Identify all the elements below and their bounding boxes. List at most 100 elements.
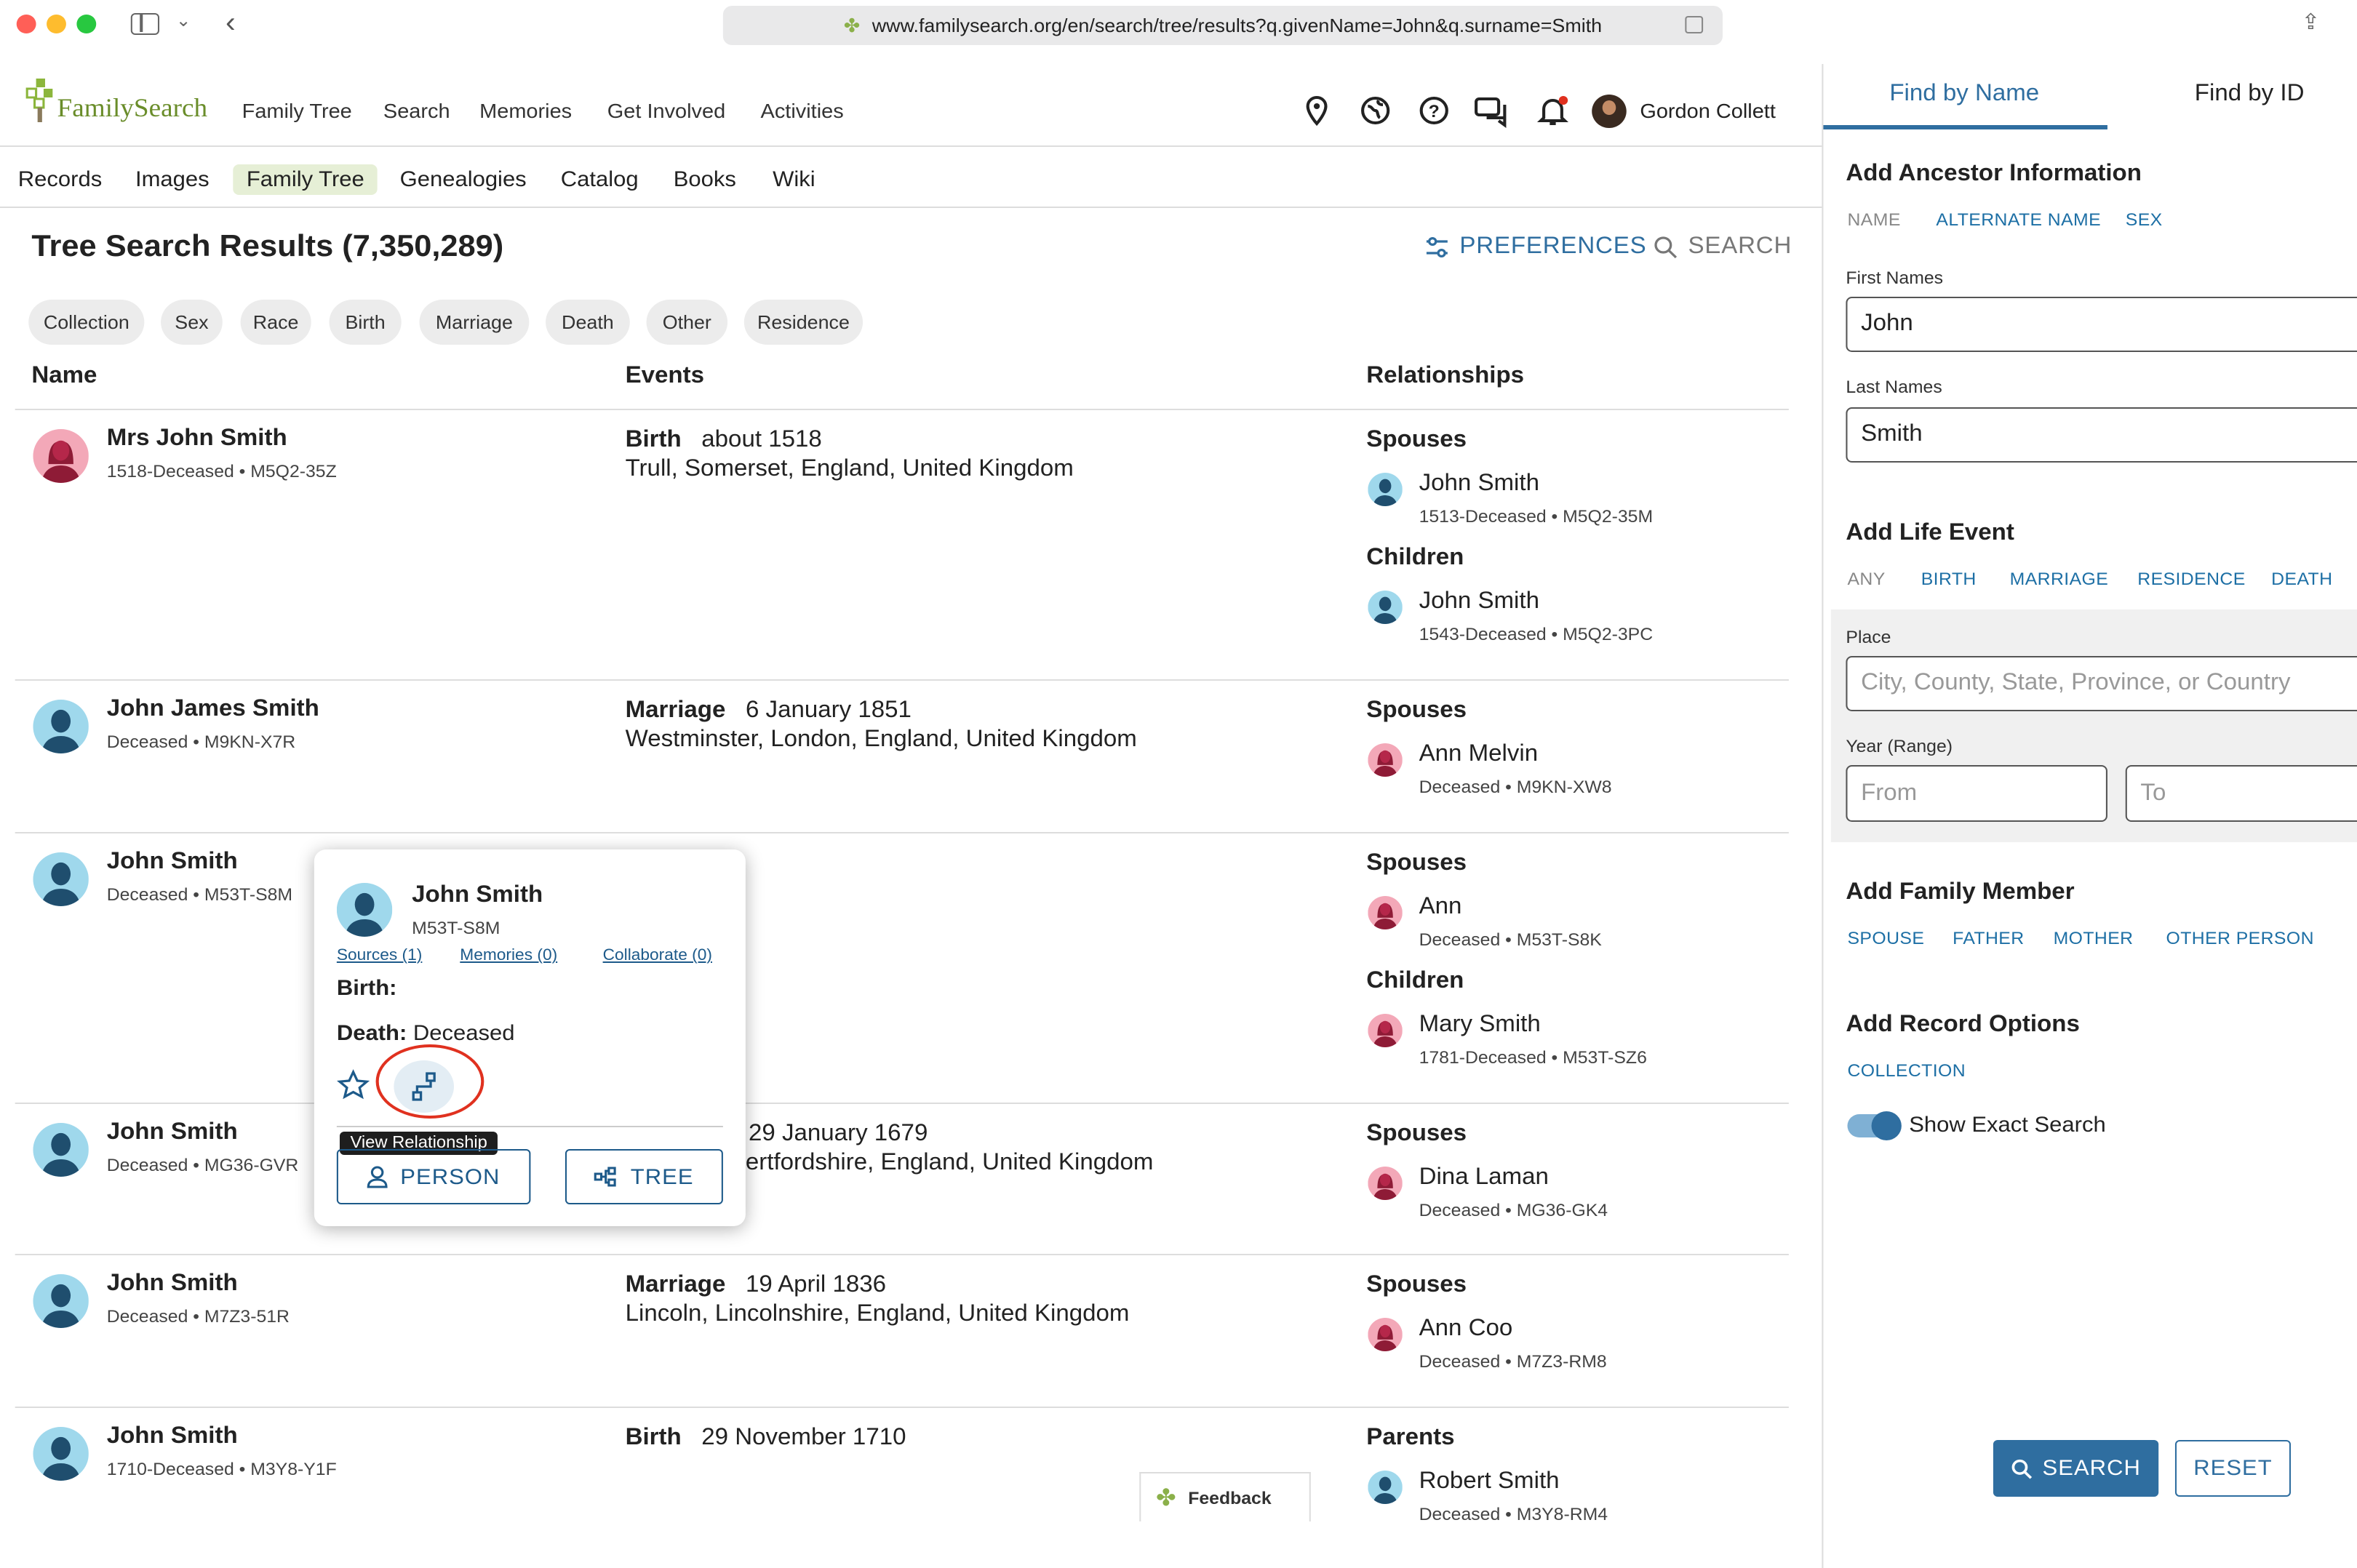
subnav-family-tree[interactable]: Family Tree: [233, 164, 378, 195]
family-father[interactable]: FATHER: [1953, 928, 2024, 948]
user-name[interactable]: Gordon Collett: [1640, 99, 1776, 122]
filter-residence[interactable]: Residence: [743, 300, 864, 345]
reset-button[interactable]: RESET: [2174, 1440, 2292, 1497]
tab-find-by-id[interactable]: Find by ID: [2195, 81, 2305, 108]
filter-sex[interactable]: Sex: [161, 300, 223, 345]
place-input[interactable]: City, County, State, Province, or Countr…: [1846, 656, 2357, 711]
table-row[interactable]: John Smith Deceased • M7Z3-51R Marriage …: [0, 1255, 1789, 1407]
preferences-button[interactable]: PREFERENCES: [1425, 234, 1647, 260]
column-header-name[interactable]: Name: [31, 364, 97, 390]
subnav-images[interactable]: Images: [121, 164, 223, 195]
share-icon[interactable]: ⇪: [2302, 9, 2321, 35]
tree-button[interactable]: TREE: [565, 1149, 723, 1204]
year-from-input[interactable]: From: [1846, 765, 2107, 822]
relative-name[interactable]: Ann: [1419, 895, 1462, 921]
male-avatar-icon: [33, 1123, 89, 1177]
life-event-birth[interactable]: BIRTH: [1921, 569, 1977, 589]
family-mother[interactable]: MOTHER: [2054, 928, 2134, 948]
table-row[interactable]: John James Smith Deceased • M9KN-X7R Mar…: [0, 681, 1789, 832]
relative-name[interactable]: Dina Laman: [1419, 1165, 1549, 1191]
table-row[interactable]: Mrs John Smith 1518-Deceased • M5Q2-35Z …: [0, 410, 1789, 679]
globe-icon[interactable]: [1360, 96, 1390, 132]
familysearch-logo[interactable]: FamilySearch: [57, 93, 208, 124]
filter-other[interactable]: Other: [646, 300, 728, 345]
relative-name[interactable]: Ann Coo: [1419, 1316, 1513, 1343]
filter-race[interactable]: Race: [240, 300, 311, 345]
sources-link[interactable]: Sources (1): [337, 947, 422, 964]
life-event-any[interactable]: ANY: [1847, 569, 1885, 589]
year-to-input[interactable]: To: [2125, 765, 2357, 822]
map-pin-icon[interactable]: [1301, 95, 1331, 134]
subnav-genealogies[interactable]: Genealogies: [386, 164, 540, 195]
nav-get-involved[interactable]: Get Involved: [607, 99, 725, 122]
memories-link[interactable]: Memories (0): [460, 947, 557, 964]
filter-marriage[interactable]: Marriage: [419, 300, 530, 345]
reader-icon[interactable]: [1685, 16, 1704, 33]
family-other-person[interactable]: OTHER PERSON: [2166, 928, 2314, 948]
nav-memories[interactable]: Memories: [479, 99, 572, 122]
record-options-heading: Add Record Options: [1846, 1012, 2080, 1037]
subnav-books[interactable]: Books: [660, 164, 749, 195]
search-button[interactable]: SEARCH: [1993, 1440, 2159, 1497]
bell-icon[interactable]: [1536, 95, 1569, 134]
filter-collection[interactable]: Collection: [28, 300, 145, 345]
person-button[interactable]: PERSON: [336, 1149, 531, 1204]
feedback-button[interactable]: ✤ Feedback: [1139, 1472, 1311, 1521]
life-event-death[interactable]: DEATH: [2271, 569, 2332, 589]
sidebar-toggle-icon[interactable]: [130, 13, 160, 35]
relative-name[interactable]: John Smith: [1419, 589, 1539, 615]
relative-meta: 1513-Deceased • M5Q2-35M: [1419, 506, 1654, 527]
life-event-residence[interactable]: RESIDENCE: [2137, 569, 2245, 589]
relative-name[interactable]: Robert Smith: [1419, 1469, 1560, 1495]
column-header-events[interactable]: Events: [626, 364, 704, 390]
messages-icon[interactable]: [1473, 96, 1512, 135]
minimize-window-button[interactable]: [47, 15, 66, 33]
relative-name[interactable]: Ann Melvin: [1419, 742, 1539, 768]
last-names-input[interactable]: Smith: [1846, 407, 2357, 463]
star-icon[interactable]: [337, 1069, 370, 1108]
subnav-records[interactable]: Records: [4, 164, 116, 195]
table-row[interactable]: John Smith Deceased • M53T-S8M Spouses A…: [0, 833, 1789, 1103]
subnav-catalog[interactable]: Catalog: [547, 164, 652, 195]
person-name[interactable]: John Smith: [107, 849, 238, 876]
relative-name[interactable]: Mary Smith: [1419, 1012, 1541, 1039]
tab-find-by-name[interactable]: Find by Name: [1889, 81, 2039, 108]
person-name[interactable]: John Smith: [107, 1120, 238, 1146]
filter-birth[interactable]: Birth: [329, 300, 402, 345]
male-avatar-icon: [33, 1427, 89, 1481]
collaborate-link[interactable]: Collaborate (0): [603, 947, 712, 964]
ancestor-option-sex[interactable]: SEX: [2126, 209, 2163, 230]
relative-meta: 1543-Deceased • M5Q2-3PC: [1419, 624, 1654, 644]
user-avatar[interactable]: [1592, 95, 1627, 128]
nav-activities[interactable]: Activities: [761, 99, 844, 122]
ancestor-option-name[interactable]: NAME: [1847, 209, 1900, 230]
life-event-marriage[interactable]: MARRIAGE: [2010, 569, 2109, 589]
search-toggle-label: SEARCH: [1688, 234, 1792, 259]
filter-death[interactable]: Death: [546, 300, 630, 345]
person-name[interactable]: Mrs John Smith: [107, 426, 287, 452]
table-row[interactable]: John Smith Deceased • MG36-GVR 29 Januar…: [0, 1104, 1789, 1254]
address-bar[interactable]: ✤ www.familysearch.org/en/search/tree/re…: [722, 6, 1723, 45]
zoom-window-button[interactable]: [76, 15, 97, 33]
person-name[interactable]: John Smith: [107, 1424, 238, 1450]
family-spouse[interactable]: SPOUSE: [1847, 928, 1924, 948]
person-name[interactable]: John James Smith: [107, 697, 319, 723]
popover-person-name[interactable]: John Smith: [412, 883, 543, 909]
column-header-relationships[interactable]: Relationships: [1366, 364, 1524, 390]
first-names-input[interactable]: John: [1846, 297, 2357, 352]
close-window-button[interactable]: [16, 15, 36, 33]
record-option-collection[interactable]: COLLECTION: [1847, 1060, 1966, 1081]
help-icon[interactable]: ?: [1419, 96, 1449, 132]
ancestor-option-alternate-name[interactable]: ALTERNATE NAME: [1936, 209, 2101, 230]
search-toggle-button[interactable]: SEARCH: [1654, 234, 1792, 260]
table-row[interactable]: John Smith 1710-Deceased • M3Y8-Y1F Birt…: [0, 1408, 1789, 1568]
nav-family-tree[interactable]: Family Tree: [242, 99, 352, 122]
exact-search-toggle[interactable]: [1847, 1111, 1902, 1140]
back-icon[interactable]: ‹: [226, 7, 236, 41]
person-name[interactable]: John Smith: [107, 1271, 238, 1297]
subnav-wiki[interactable]: Wiki: [759, 164, 829, 195]
relative-name[interactable]: John Smith: [1419, 471, 1539, 497]
familysearch-logo-icon[interactable]: [24, 76, 57, 125]
nav-search[interactable]: Search: [383, 99, 450, 122]
chevron-down-icon[interactable]: ⌄: [176, 10, 191, 31]
